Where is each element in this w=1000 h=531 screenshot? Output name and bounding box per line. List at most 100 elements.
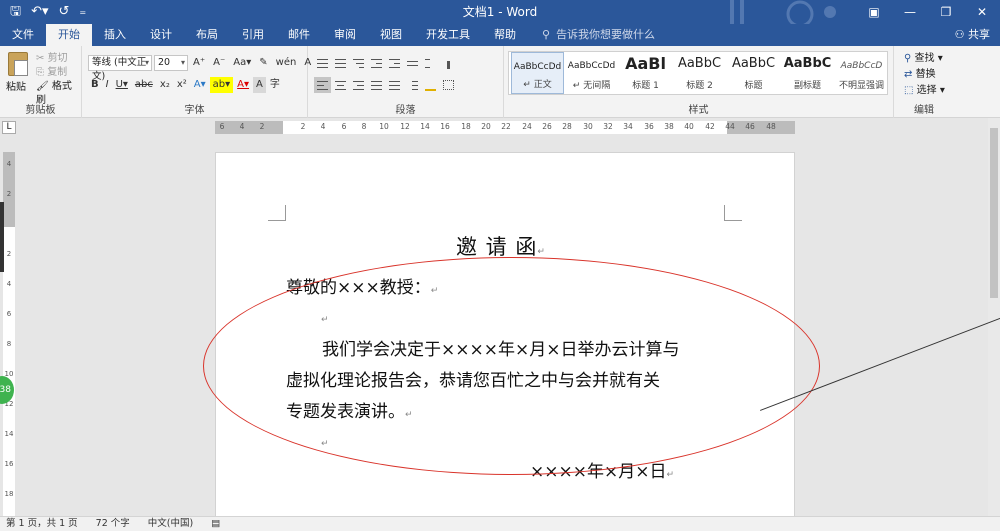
tab-view[interactable]: 视图 bbox=[368, 24, 414, 46]
style-title[interactable]: AaBbC 标题 bbox=[727, 52, 780, 94]
styles-gallery: AaBbCcDd ↵ 正文 AaBbCcDd ↵ 无间隔 AaBl 标题 1 A… bbox=[508, 51, 888, 95]
window-controls: ▣ — ❐ ✕ bbox=[856, 0, 1000, 24]
vertical-ruler[interactable]: 4 2 2 4 6 8 10 12 14 16 18 bbox=[3, 152, 15, 522]
doc-title[interactable]: 邀 请 函↵ bbox=[456, 231, 546, 261]
underline-icon[interactable]: U▾ bbox=[113, 77, 131, 93]
font-row-2: B I U▾ abc x₂ x² A▾ ab▾ A▾ A 字 bbox=[88, 77, 283, 93]
decrease-indent-icon[interactable] bbox=[368, 55, 385, 71]
styles-group-label: 样式 bbox=[688, 105, 709, 116]
borders-icon[interactable] bbox=[440, 77, 457, 93]
paragraph-row-1 bbox=[314, 55, 457, 71]
align-left-icon[interactable] bbox=[314, 77, 331, 93]
multilevel-list-icon[interactable] bbox=[350, 55, 367, 71]
tab-home[interactable]: 开始 bbox=[46, 24, 92, 46]
quick-access-toolbar: 🖫 ↶▾ ↺ ₌ bbox=[0, 0, 86, 24]
tab-selector[interactable]: L bbox=[2, 121, 16, 134]
empty-paragraph-1[interactable]: ↵ bbox=[321, 307, 329, 327]
style-subtitle[interactable]: AaBbC 副标题 bbox=[781, 52, 834, 94]
empty-paragraph-2[interactable]: ↵ bbox=[321, 431, 329, 451]
show-marks-icon[interactable] bbox=[440, 55, 457, 71]
copy-button[interactable]: ⎘ 复制 bbox=[36, 66, 81, 80]
save-icon[interactable]: 🖫 bbox=[10, 0, 21, 24]
title-bar: 🖫 ↶▾ ↺ ₌ 文档1 - Word ▣ — ❐ ✕ bbox=[0, 0, 1000, 24]
line-spacing-icon[interactable] bbox=[404, 77, 421, 93]
minimize-icon[interactable]: — bbox=[892, 0, 928, 24]
grow-font-icon[interactable]: A⁺ bbox=[190, 55, 208, 71]
tab-references[interactable]: 引用 bbox=[230, 24, 276, 46]
align-right-icon[interactable] bbox=[350, 77, 367, 93]
word-count[interactable]: 72 个字 bbox=[96, 517, 130, 531]
bold-icon[interactable]: B bbox=[88, 77, 102, 93]
document-page[interactable]: 邀 请 函↵ 尊敬的×××教授：↵ ↵ 我们学会决定于××××年×月×日举办云计… bbox=[215, 152, 795, 522]
doc-date[interactable]: ××××年×月×日↵ bbox=[530, 457, 674, 482]
shading-icon[interactable] bbox=[422, 77, 439, 93]
style-normal[interactable]: AaBbCcDd ↵ 正文 bbox=[511, 52, 564, 94]
enclose-char-icon[interactable]: 字 bbox=[267, 77, 283, 93]
superscript-icon[interactable]: x² bbox=[174, 77, 190, 93]
style-heading-2[interactable]: AaBbC 标题 2 bbox=[673, 52, 726, 94]
paste-icon[interactable] bbox=[8, 52, 28, 76]
bullets-icon[interactable] bbox=[314, 55, 331, 71]
phonetic-guide-icon[interactable]: wén bbox=[273, 55, 300, 71]
strikethrough-icon[interactable]: abc bbox=[132, 77, 156, 93]
tell-me-box[interactable]: ⚲ 告诉我你想要做什么 bbox=[528, 24, 655, 46]
customize-icon[interactable]: ₌ bbox=[79, 0, 86, 24]
style-heading-1[interactable]: AaBl 标题 1 bbox=[619, 52, 672, 94]
tab-mailings[interactable]: 邮件 bbox=[276, 24, 322, 46]
doc-salutation[interactable]: 尊敬的×××教授：↵ bbox=[286, 273, 438, 298]
tab-file[interactable]: 文件 bbox=[0, 24, 46, 46]
doc-body-line-2[interactable]: 虚拟化理论报告会，恭请您百忙之中与会并就有关 bbox=[286, 366, 660, 391]
language-indicator[interactable]: 中文(中国) bbox=[148, 517, 193, 531]
cut-button[interactable]: ✂ 剪切 bbox=[36, 52, 81, 66]
italic-icon[interactable]: I bbox=[103, 77, 112, 93]
sort-icon[interactable] bbox=[422, 55, 439, 71]
char-shading-icon[interactable]: A bbox=[253, 77, 266, 93]
align-center-icon[interactable] bbox=[332, 77, 349, 93]
undo-icon[interactable]: ↶▾ bbox=[31, 0, 48, 24]
highlight-icon[interactable]: ab▾ bbox=[209, 77, 234, 93]
side-handle[interactable] bbox=[0, 202, 4, 272]
tab-insert[interactable]: 插入 bbox=[92, 24, 138, 46]
doc-body-line-1[interactable]: 我们学会决定于××××年×月×日举办云计算与 bbox=[322, 335, 679, 360]
font-color-icon[interactable]: A▾ bbox=[234, 77, 252, 93]
ribbon-display-icon[interactable]: ▣ bbox=[856, 0, 892, 24]
tab-review[interactable]: 审阅 bbox=[322, 24, 368, 46]
style-subtle-emphasis[interactable]: AaBbCcD 不明显强调 bbox=[835, 52, 888, 94]
justify-icon[interactable] bbox=[368, 77, 385, 93]
redo-icon[interactable]: ↺ bbox=[59, 0, 70, 24]
horizontal-ruler[interactable]: 6 4 2 2 4 6 8 10 12 14 16 18 20 22 24 26… bbox=[215, 121, 795, 134]
distributed-icon[interactable] bbox=[386, 77, 403, 93]
select-icon: ⬚ bbox=[904, 85, 914, 96]
find-button[interactable]: ⚲ 查找 ▾ bbox=[904, 51, 945, 67]
increase-indent-icon[interactable] bbox=[386, 55, 403, 71]
text-effects-icon[interactable]: A▾ bbox=[191, 77, 209, 93]
change-case-icon[interactable]: Aa▾ bbox=[230, 55, 254, 71]
tab-developer[interactable]: 开发工具 bbox=[414, 24, 482, 46]
tab-design[interactable]: 设计 bbox=[138, 24, 184, 46]
select-button[interactable]: ⬚ 选择 ▾ bbox=[904, 83, 945, 99]
share-button[interactable]: ⚇ 共享 bbox=[955, 24, 990, 46]
font-name-select[interactable]: 等线 (中文正文) bbox=[88, 55, 152, 82]
font-size-select[interactable]: 20 bbox=[154, 55, 188, 71]
tab-help[interactable]: 帮助 bbox=[482, 24, 528, 46]
paragraph-group-label: 段落 bbox=[395, 105, 416, 116]
tab-layout[interactable]: 布局 bbox=[184, 24, 230, 46]
paragraph-row-2 bbox=[314, 77, 457, 93]
font-group-label: 字体 bbox=[184, 105, 205, 116]
style-no-spacing[interactable]: AaBbCcDd ↵ 无间隔 bbox=[565, 52, 618, 94]
scrollbar-thumb[interactable] bbox=[990, 128, 998, 298]
macro-record-icon[interactable]: ▤ bbox=[211, 517, 220, 531]
numbering-icon[interactable] bbox=[332, 55, 349, 71]
restore-icon[interactable]: ❐ bbox=[928, 0, 964, 24]
replace-button[interactable]: ⇄ 替换 bbox=[904, 67, 945, 83]
clear-format-icon[interactable]: ✎ bbox=[256, 55, 270, 71]
close-icon[interactable]: ✕ bbox=[964, 0, 1000, 24]
shrink-font-icon[interactable]: A⁻ bbox=[210, 55, 228, 71]
font-row-1: 等线 (中文正文) 20 A⁺ A⁻ Aa▾ ✎ wén A bbox=[88, 55, 314, 82]
doc-body-line-3[interactable]: 专题发表演讲。↵ bbox=[286, 397, 413, 422]
overlay-line bbox=[760, 295, 1000, 411]
page-count[interactable]: 第 1 页，共 1 页 bbox=[6, 517, 78, 531]
chinese-layout-icon[interactable] bbox=[404, 55, 421, 71]
paste-button[interactable]: 粘贴 bbox=[6, 78, 26, 93]
subscript-icon[interactable]: x₂ bbox=[157, 77, 173, 93]
